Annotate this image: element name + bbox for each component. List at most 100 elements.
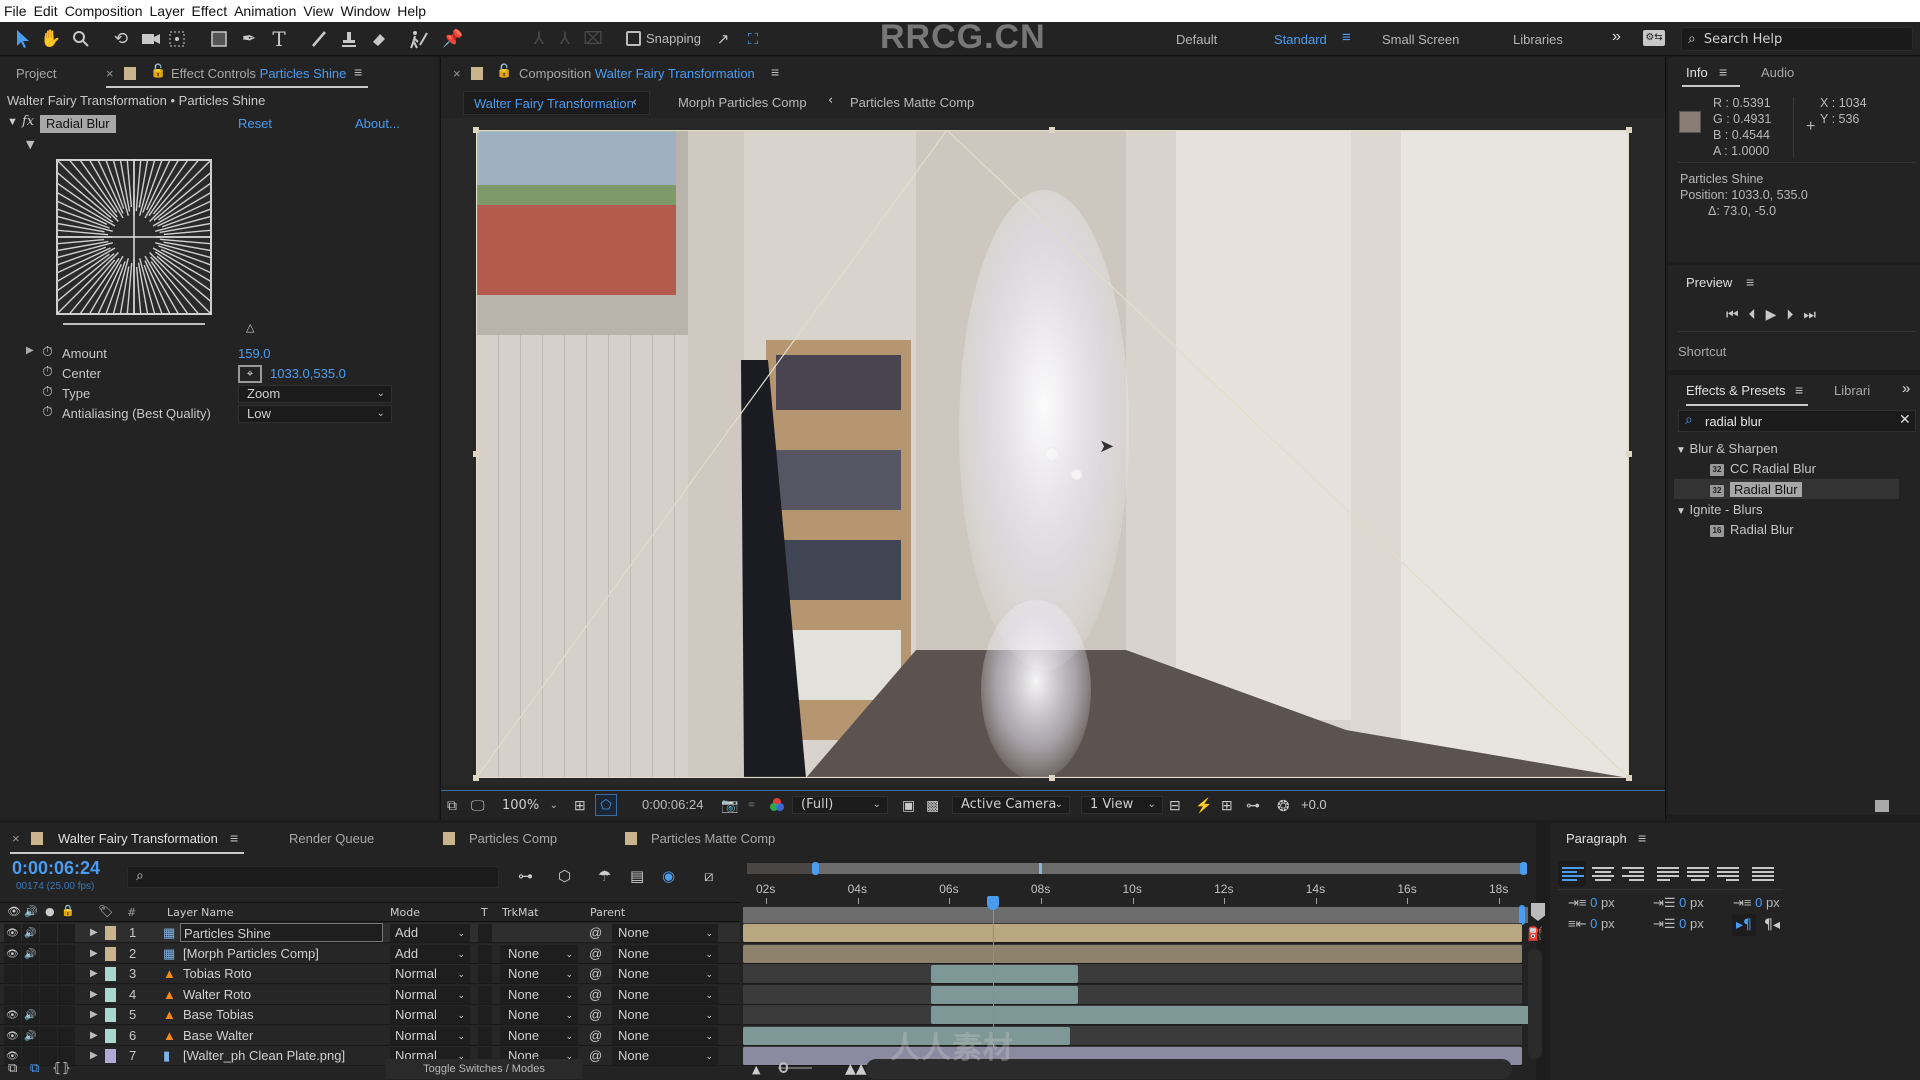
layer-row[interactable]: 👁 ▶ 7 ▮ [Walter_ph Clean Plate.png] Normal ⌄ No… bbox=[0, 1046, 740, 1066]
menu-effect[interactable]: Effect bbox=[192, 3, 228, 19]
about-link[interactable]: About... bbox=[355, 116, 400, 131]
video-switch[interactable]: 👁 bbox=[4, 944, 21, 963]
parent-dropdown[interactable]: None ⌄ bbox=[612, 1047, 718, 1065]
previous-frame-icon[interactable]: ⏴ bbox=[1749, 307, 1766, 323]
anchor-point-icon[interactable] bbox=[1045, 447, 1059, 461]
align-left-icon[interactable] bbox=[1562, 865, 1584, 883]
layer-row[interactable]: 👁 🔊 ▶ 2 ▦ [Morph Particles Comp] Add ⌄ None ⌄ @ Non… bbox=[0, 943, 740, 964]
menu-window[interactable]: Window bbox=[340, 3, 390, 19]
snap-feather-icon[interactable]: ⛶ bbox=[740, 26, 766, 52]
amount-value[interactable]: 159.0 bbox=[238, 346, 271, 361]
lock-switch[interactable] bbox=[58, 924, 75, 942]
video-switch[interactable] bbox=[4, 965, 21, 983]
fx-toggle-icon[interactable]: fx bbox=[22, 114, 34, 129]
navigator-start-handle[interactable] bbox=[812, 862, 819, 875]
clone-stamp-tool-icon[interactable] bbox=[336, 26, 362, 52]
zoom-tool-icon[interactable] bbox=[68, 26, 94, 52]
hide-shy-layers-icon[interactable]: ☂ bbox=[598, 867, 611, 885]
transform-handle[interactable] bbox=[473, 775, 479, 781]
zoom-out-time-icon[interactable]: ▲ bbox=[752, 1063, 760, 1076]
justify-last-center-icon[interactable] bbox=[1687, 865, 1709, 883]
region-of-interest-icon[interactable]: ▣ bbox=[902, 797, 915, 814]
search-help-input[interactable]: ⌕ Search Help bbox=[1681, 27, 1913, 51]
solo-switch[interactable] bbox=[40, 985, 57, 1004]
always-preview-icon[interactable]: ⧉ bbox=[447, 797, 457, 814]
audio-switch[interactable]: 🔊 bbox=[22, 1026, 39, 1045]
work-area-end-handle[interactable] bbox=[1519, 905, 1525, 925]
resolution-dropdown[interactable]: (Full) ⌄ bbox=[792, 796, 888, 814]
monitor-icon[interactable]: 🖵 bbox=[471, 797, 485, 814]
transform-handle[interactable] bbox=[473, 451, 479, 457]
solo-switch[interactable] bbox=[40, 1006, 57, 1024]
effect-center-point-icon[interactable] bbox=[1071, 469, 1082, 480]
rotation-tool-icon[interactable]: ⟲ bbox=[108, 26, 134, 52]
effect-name[interactable]: Radial Blur bbox=[40, 115, 116, 133]
transparency-grid-icon[interactable]: ▩ bbox=[926, 797, 939, 814]
layer-name[interactable]: Particles Shine bbox=[180, 923, 383, 942]
layer-duration-bar[interactable] bbox=[743, 924, 1522, 942]
audio-switch-header-icon[interactable]: 🔊 bbox=[24, 905, 38, 918]
navigator-end-handle[interactable] bbox=[1520, 862, 1527, 875]
tab-info[interactable]: Info bbox=[1686, 65, 1708, 80]
parent-dropdown[interactable]: None ⌄ bbox=[612, 1006, 718, 1024]
track-matte-dropdown[interactable]: None ⌄ bbox=[500, 1026, 578, 1045]
pick-whip-icon[interactable]: @ bbox=[589, 923, 602, 942]
work-area-navigator[interactable] bbox=[747, 863, 1527, 874]
video-switch[interactable]: 👁 bbox=[4, 1006, 21, 1024]
workspace-menu-icon[interactable]: ≡ bbox=[1342, 29, 1351, 46]
audio-switch[interactable] bbox=[22, 965, 39, 983]
collapse-triangle-icon[interactable]: ▼ bbox=[7, 116, 18, 128]
space-before-field[interactable]: ⇥☰ 0 px bbox=[1653, 895, 1704, 911]
pick-whip-icon[interactable]: @ bbox=[589, 1005, 602, 1024]
preserve-transparency-switch[interactable] bbox=[478, 924, 492, 942]
tab-particles-matte-comp[interactable]: Particles Matte Comp bbox=[651, 831, 775, 846]
menu-help[interactable]: Help bbox=[397, 3, 426, 19]
first-frame-icon[interactable]: ⏮ bbox=[1726, 307, 1749, 323]
snapshot-camera-icon[interactable]: 📷 bbox=[721, 797, 738, 814]
blend-mode-dropdown[interactable]: Add ⌄ bbox=[390, 924, 470, 942]
point-target-icon[interactable]: ⌖ bbox=[238, 365, 262, 383]
puppet-pin-tool-icon[interactable]: 📌 bbox=[440, 26, 466, 52]
tab-project[interactable]: Project bbox=[16, 66, 56, 81]
lock-header-icon[interactable]: 🔒 bbox=[61, 904, 75, 917]
transform-handle[interactable] bbox=[473, 127, 479, 133]
layer-row[interactable]: 👁 🔊 ▶ 5 ▲ Base Tobias Normal ⌄ None ⌄ @ None ⌄ bbox=[0, 1005, 740, 1025]
expand-triangle-icon[interactable]: ▶ bbox=[90, 985, 98, 1004]
blend-mode-dropdown[interactable]: Normal ⌄ bbox=[390, 1026, 470, 1045]
ltr-direction-icon[interactable]: ▸¶ bbox=[1732, 914, 1756, 936]
audio-switch[interactable] bbox=[22, 985, 39, 1004]
expand-triangle-icon[interactable]: ▶ bbox=[90, 1026, 98, 1045]
tree-item[interactable]: 16 Radial Blur bbox=[1710, 522, 1920, 542]
align-center-icon[interactable] bbox=[1592, 865, 1614, 883]
timeline-current-time[interactable]: 0:00:06:24 bbox=[12, 858, 100, 879]
justify-all-icon[interactable] bbox=[1752, 865, 1774, 883]
preserve-transparency-switch[interactable] bbox=[478, 1026, 492, 1045]
pick-whip-icon[interactable]: @ bbox=[589, 944, 602, 963]
next-frame-icon[interactable]: ⏵ bbox=[1786, 307, 1803, 323]
label-color-swatch[interactable] bbox=[105, 1049, 116, 1063]
justify-last-right-icon[interactable] bbox=[1717, 865, 1739, 883]
label-color-swatch[interactable] bbox=[105, 1028, 116, 1043]
parent-dropdown[interactable]: None ⌄ bbox=[612, 924, 718, 942]
track-matte-dropdown[interactable]: None ⌄ bbox=[500, 944, 578, 963]
blend-mode-dropdown[interactable]: Normal ⌄ bbox=[390, 965, 470, 983]
reset-exposure-icon[interactable]: ❂ bbox=[1277, 797, 1290, 815]
tab-render-queue[interactable]: Render Queue bbox=[289, 831, 374, 846]
tree-item-selected[interactable]: 32 Radial Blur bbox=[1710, 482, 1920, 502]
motion-blur-icon[interactable]: ◉ bbox=[662, 867, 675, 885]
lock-switch[interactable] bbox=[58, 944, 75, 963]
tree-group[interactable]: ▼ Ignite - Blurs bbox=[1676, 502, 1898, 522]
panel-menu-icon[interactable]: ≡ bbox=[1719, 64, 1727, 80]
layer-row[interactable]: ▶ 3 ▲ Tobias Roto Normal ⌄ None ⌄ @ None ⌄ bbox=[0, 964, 740, 984]
expand-triangle-icon[interactable]: ▶ bbox=[90, 923, 98, 942]
flow-item[interactable]: Particles Matte Comp bbox=[850, 95, 974, 110]
composition-mini-flowchart-icon[interactable]: ⊶ bbox=[518, 867, 533, 885]
show-snapshot-icon[interactable]: ⚭ bbox=[746, 797, 757, 813]
layer-row[interactable]: 👁 🔊 ▶ 6 ▲ Base Walter Normal ⌄ None ⌄ @ None ⌄ bbox=[0, 1025, 740, 1046]
layer-name[interactable]: Walter Roto bbox=[183, 985, 383, 1004]
panel-menu-icon[interactable]: ≡ bbox=[1638, 830, 1646, 846]
flow-item-active[interactable]: Walter Fairy Transformation ‹ bbox=[463, 91, 650, 115]
exposure-value[interactable]: +0.0 bbox=[1301, 797, 1327, 812]
preserve-transparency-switch[interactable] bbox=[478, 965, 492, 983]
tab-composition[interactable]: Composition Walter Fairy Transformation bbox=[519, 66, 755, 81]
